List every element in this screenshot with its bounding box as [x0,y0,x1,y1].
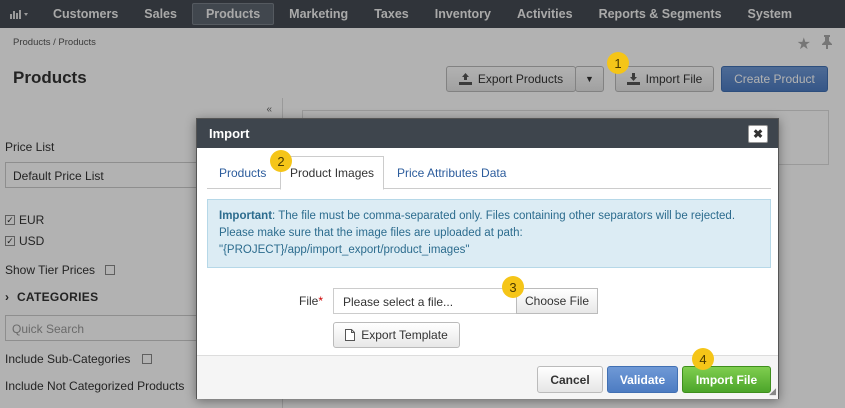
import-notice: Important: The file must be comma-separa… [207,199,771,268]
cancel-button[interactable]: Cancel [537,366,603,393]
import-file-submit-button[interactable]: Import File [682,366,771,393]
file-input[interactable]: Please select a file... [333,288,517,314]
dialog-footer: Cancel Validate Import File ◢ [197,355,778,399]
choose-file-button[interactable]: Choose File [516,288,598,314]
tab-product-images[interactable]: Product Images [280,156,385,190]
notice-line-3: "{PROJECT}/app/import_export/product_ima… [219,244,470,256]
validate-button[interactable]: Validate [607,366,678,393]
file-field-label: File* [299,294,323,308]
close-icon[interactable]: ✖ [748,125,768,143]
step-marker-4: 4 [692,348,714,370]
notice-line-2: Please make sure that the image files ar… [219,227,523,239]
step-marker-3: 3 [502,276,524,298]
file-label-text: File [299,294,319,308]
export-template-button[interactable]: Export Template [333,322,460,348]
export-template-label: Export Template [361,328,448,342]
step-marker-2: 2 [270,150,292,172]
step-marker-1: 1 [607,52,629,74]
required-asterisk: * [318,294,324,308]
tab-price-attributes-data[interactable]: Price Attributes Data [397,156,506,189]
notice-line-1: : The file must be comma-separated only.… [272,210,736,222]
document-icon [345,329,356,341]
resize-handle-icon[interactable]: ◢ [769,386,776,397]
notice-important: Important [219,210,273,222]
tab-products[interactable]: Products [219,156,266,189]
dialog-title: Import [209,126,250,141]
dialog-header: Import ✖ [197,119,778,148]
